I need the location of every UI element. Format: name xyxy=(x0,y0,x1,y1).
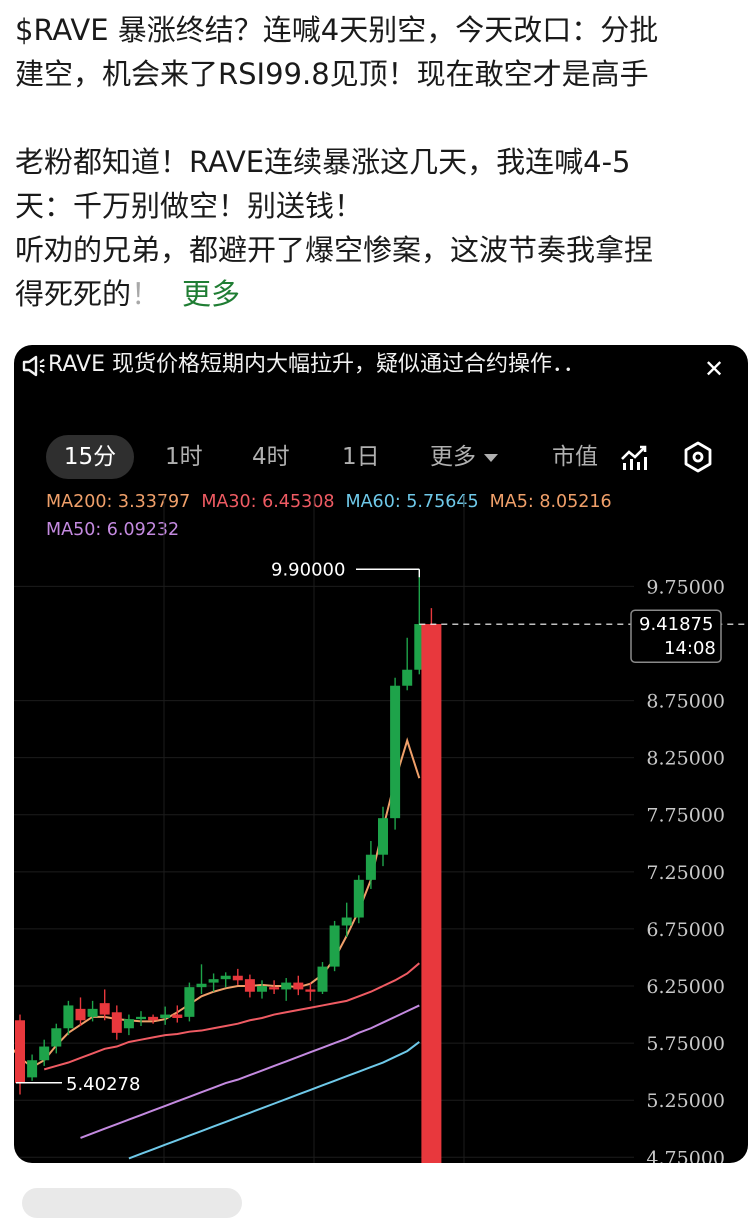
y-tick-label: 7.25000 xyxy=(646,862,725,884)
post-line: $RAVE 暴涨终结？连喊4天别空，今天改口：分批 xyxy=(15,13,659,47)
y-tick-label: 6.25000 xyxy=(646,976,725,998)
candlestick-chart: 9.75000 8.75000 8.25000 7.75000 7.25000 6.750… xyxy=(14,495,748,1163)
y-tick-label: 6.75000 xyxy=(646,919,725,941)
candle-body xyxy=(111,1012,122,1033)
candle-body xyxy=(317,966,328,992)
low-price-label: 5.40278 xyxy=(66,1074,140,1095)
post-line: 听劝的兄弟，都避开了爆空惨案，这波节奏我拿捏 xyxy=(15,233,654,267)
candle-body xyxy=(402,669,413,686)
y-tick-label: 8.75000 xyxy=(646,691,725,713)
candle-body xyxy=(220,975,231,980)
candle-body xyxy=(281,982,292,990)
candle-body xyxy=(353,879,364,918)
y-tick-label: 9.75000 xyxy=(646,576,725,598)
candle-body xyxy=(305,989,316,992)
y-tick-label: 8.25000 xyxy=(646,748,725,770)
y-tick-label: 5.75000 xyxy=(646,1033,725,1055)
candle-body xyxy=(208,979,219,983)
candle-body xyxy=(172,1014,183,1018)
post-line: 建空，机会来了RSI99.8见顶！现在敢空才是高手 xyxy=(15,57,649,91)
current-price-label: 9.41875 xyxy=(639,614,713,635)
current-price-box: 9.41875 14:08 xyxy=(630,609,722,663)
post-text: $RAVE 暴涨终结？连喊4天别空，今天改口：分批 建空，机会来了RSI99.8… xyxy=(15,8,735,316)
candle-body xyxy=(390,685,401,819)
candle-body xyxy=(148,1016,159,1021)
candle-body xyxy=(421,624,442,1163)
bottom-bar xyxy=(22,1188,242,1218)
candle-body xyxy=(63,1005,74,1029)
candle-body xyxy=(51,1028,62,1047)
candle-body xyxy=(184,987,195,1017)
candle-body xyxy=(244,979,255,992)
chart-card: RAVE 现货价格短期内大幅拉升，疑似通过合约操作．． ✕ 15分 1时 4时 … xyxy=(14,345,748,1163)
post-line: 得死死的！ 更多 xyxy=(15,272,735,316)
post-line: 老粉都知道！RAVE连续暴涨这几天，我连喊4-5 xyxy=(15,145,631,179)
candle-body xyxy=(15,1020,25,1084)
candle-body xyxy=(87,1008,98,1017)
y-tick-label: 7.75000 xyxy=(646,805,725,827)
candle-body xyxy=(196,983,207,988)
candle-body xyxy=(329,925,340,967)
y-tick-label: 5.25000 xyxy=(646,1090,725,1112)
candle-body xyxy=(257,986,267,992)
candle-body xyxy=(99,1003,110,1015)
post-line-text: 得死死的 xyxy=(15,277,132,311)
post-line-fade: ！ xyxy=(131,277,161,311)
candle-body xyxy=(341,917,352,926)
candle-body xyxy=(123,1019,134,1029)
candle-body xyxy=(27,1060,38,1078)
more-link[interactable]: 更多 xyxy=(182,277,240,311)
candle-body xyxy=(378,818,388,855)
candle-body xyxy=(136,1016,146,1020)
candle-body xyxy=(75,1008,86,1021)
candle-body xyxy=(232,975,243,981)
candle-body xyxy=(39,1046,50,1061)
candle-body xyxy=(269,987,280,990)
post-line: 天：千万别做空！别送钱！ xyxy=(15,189,364,223)
candle-countdown-label: 14:08 xyxy=(664,638,716,659)
candle-body xyxy=(365,854,376,880)
y-tick-label: 4.75000 xyxy=(646,1147,725,1163)
high-price-label: 9.90000 xyxy=(271,559,345,580)
candle-body xyxy=(160,1014,171,1018)
candle-body xyxy=(293,982,304,990)
